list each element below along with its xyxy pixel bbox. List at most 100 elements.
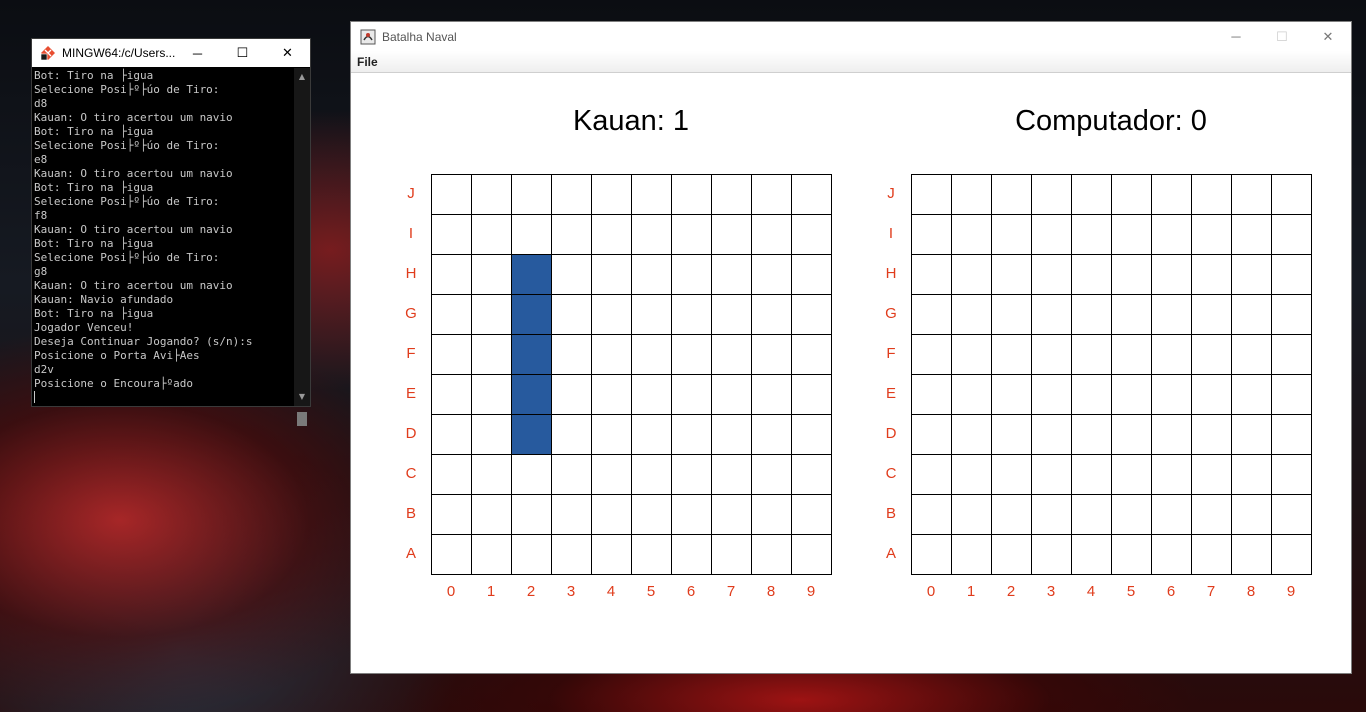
board-cell[interactable] [672,535,712,575]
board-cell[interactable] [992,255,1032,295]
board-cell[interactable] [472,295,512,335]
board-cell[interactable] [1272,215,1312,255]
board-cell[interactable] [1032,495,1072,535]
board-cell[interactable] [952,495,992,535]
board-cell[interactable] [1152,295,1192,335]
ship-cell[interactable] [512,415,552,455]
board-cell[interactable] [592,495,632,535]
board-cell[interactable] [1192,335,1232,375]
terminal-scrollbar[interactable]: ▲ ▼ [294,68,310,426]
board-cell[interactable] [952,295,992,335]
board-cell[interactable] [632,455,672,495]
board-cell[interactable] [552,175,592,215]
board-cell[interactable] [792,455,832,495]
board-cell[interactable] [472,255,512,295]
board-cell[interactable] [672,375,712,415]
board-cell[interactable] [592,375,632,415]
board-cell[interactable] [472,455,512,495]
board-cell[interactable] [1192,215,1232,255]
board-cell[interactable] [632,335,672,375]
board-cell[interactable] [512,535,552,575]
board-cell[interactable] [512,455,552,495]
game-minimize-button[interactable]: ─ [1213,22,1259,51]
board-cell[interactable] [792,535,832,575]
game-maximize-button[interactable]: ☐ [1259,22,1305,51]
board-cell[interactable] [672,295,712,335]
board-cell[interactable] [1112,255,1152,295]
board-cell[interactable] [952,175,992,215]
board-cell[interactable] [712,255,752,295]
board-cell[interactable] [1232,415,1272,455]
board-cell[interactable] [672,175,712,215]
board-cell[interactable] [712,415,752,455]
board-cell[interactable] [632,495,672,535]
board-cell[interactable] [792,215,832,255]
board-cell[interactable] [592,335,632,375]
board-cell[interactable] [1192,375,1232,415]
board-cell[interactable] [1272,255,1312,295]
board-cell[interactable] [1112,495,1152,535]
board-cell[interactable] [1192,495,1232,535]
board-cell[interactable] [912,255,952,295]
board-cell[interactable] [1032,255,1072,295]
board-cell[interactable] [992,335,1032,375]
board-cell[interactable] [432,535,472,575]
ship-cell[interactable] [512,255,552,295]
board-cell[interactable] [1272,295,1312,335]
board-cell[interactable] [592,415,632,455]
board-cell[interactable] [992,535,1032,575]
terminal-maximize-button[interactable]: ☐ [220,39,265,67]
board-cell[interactable] [1232,175,1272,215]
terminal-minimize-button[interactable]: ─ [175,39,220,67]
board-cell[interactable] [472,335,512,375]
board-cell[interactable] [752,295,792,335]
board-cell[interactable] [952,255,992,295]
board-cell[interactable] [472,375,512,415]
ship-cell[interactable] [512,375,552,415]
board-cell[interactable] [432,455,472,495]
board-cell[interactable] [752,215,792,255]
board-cell[interactable] [1272,175,1312,215]
board-cell[interactable] [592,535,632,575]
board-cell[interactable] [912,495,952,535]
board-cell[interactable] [1192,455,1232,495]
board-cell[interactable] [1072,535,1112,575]
board-cell[interactable] [1272,495,1312,535]
board-cell[interactable] [792,375,832,415]
board-cell[interactable] [512,215,552,255]
board-cell[interactable] [912,535,952,575]
board-cell[interactable] [632,375,672,415]
board-cell[interactable] [952,375,992,415]
board-cell[interactable] [1272,335,1312,375]
board-cell[interactable] [552,495,592,535]
board-cell[interactable] [1112,175,1152,215]
terminal-close-button[interactable]: ✕ [265,39,310,67]
ship-cell[interactable] [512,335,552,375]
board-cell[interactable] [1072,255,1112,295]
board-cell[interactable] [1192,255,1232,295]
board-cell[interactable] [1072,375,1112,415]
board-cell[interactable] [912,455,952,495]
board-cell[interactable] [432,335,472,375]
board-cell[interactable] [432,255,472,295]
board-cell[interactable] [1072,495,1112,535]
board-cell[interactable] [1192,175,1232,215]
board-cell[interactable] [1032,415,1072,455]
board-cell[interactable] [552,255,592,295]
computer-board-grid[interactable] [911,174,1312,575]
board-cell[interactable] [592,215,632,255]
board-cell[interactable] [752,415,792,455]
board-cell[interactable] [632,215,672,255]
board-cell[interactable] [1032,175,1072,215]
board-cell[interactable] [672,255,712,295]
board-cell[interactable] [432,375,472,415]
board-cell[interactable] [1192,535,1232,575]
board-cell[interactable] [672,415,712,455]
board-cell[interactable] [1272,375,1312,415]
board-cell[interactable] [1072,415,1112,455]
board-cell[interactable] [552,335,592,375]
board-cell[interactable] [632,295,672,335]
board-cell[interactable] [1072,295,1112,335]
board-cell[interactable] [712,535,752,575]
board-cell[interactable] [672,455,712,495]
